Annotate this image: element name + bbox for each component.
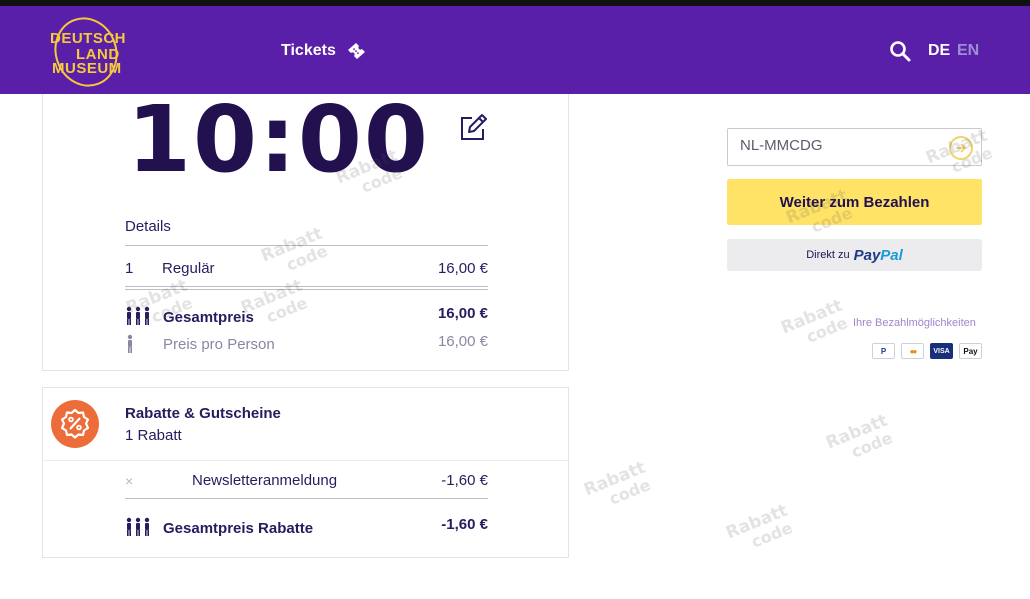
discount-item-name: Newsletteranmeldung <box>192 472 338 489</box>
coupon-input[interactable] <box>740 137 940 154</box>
total-label: Gesamtpreis <box>163 309 254 326</box>
search-icon <box>890 41 911 62</box>
line-item-qty: 1 <box>125 260 134 277</box>
nav-tickets-link[interactable]: Tickets <box>281 42 368 60</box>
divider <box>125 245 488 246</box>
divider <box>43 460 568 461</box>
search-button[interactable] <box>889 40 911 62</box>
discounts-title: Rabatte & Gutscheine <box>125 405 281 422</box>
watermark: Rabattcode <box>723 500 796 552</box>
logo-line-3: MUSEUM <box>52 60 122 77</box>
mastercard-icon: ●● <box>901 343 924 359</box>
remove-discount-button[interactable]: × <box>125 473 133 489</box>
nav-tickets-label: Tickets <box>281 42 336 59</box>
per-person-label: Preis pro Person <box>163 336 275 353</box>
lang-en-link[interactable]: EN <box>957 42 979 60</box>
discount-total-label: Gesamtpreis Rabatte <box>163 520 314 537</box>
discount-badge <box>51 400 99 448</box>
lang-de-link[interactable]: DE <box>928 42 950 60</box>
coupon-field[interactable] <box>727 128 982 166</box>
coupon-submit-button[interactable] <box>949 136 973 160</box>
per-person-row: Preis pro Person 16,00 € <box>163 333 488 353</box>
single-person-icon <box>127 334 133 353</box>
group-people-icon <box>126 517 150 536</box>
site-header: DEUTSCH LAND MUSEUM Tickets DE EN <box>0 6 1030 94</box>
payment-methods-list: P ●● VISA Pay <box>872 343 982 359</box>
paypal-button[interactable]: Direkt zu Pay Pal <box>727 239 982 271</box>
paypal-logo-pay: Pay <box>853 246 881 264</box>
details-heading: Details <box>125 218 171 235</box>
discounts-card: Rabatte & Gutscheine 1 Rabatt × Newslett… <box>42 387 569 558</box>
paypal-icon: P <box>872 343 895 359</box>
per-person-value: 16,00 € <box>437 333 488 350</box>
divider <box>125 498 488 499</box>
ticket-icon <box>347 43 365 59</box>
selected-time: 10:00 <box>127 86 430 193</box>
watermark: Rabattcode <box>581 457 654 509</box>
discount-item-value: -1,60 € <box>441 472 488 489</box>
group-people-icon <box>126 306 150 325</box>
line-item-price: 16,00 € <box>437 260 488 277</box>
divider <box>125 289 488 290</box>
paypal-prefix: Direkt zu <box>806 249 850 261</box>
paypal-logo-pal: Pal <box>880 246 903 264</box>
apple-pay-icon: Pay <box>959 343 982 359</box>
line-item-row: 1 Regulär 16,00 € <box>125 260 488 277</box>
watermark: Rabattcode <box>823 410 896 462</box>
discounts-subtitle: 1 Rabatt <box>125 427 182 444</box>
discount-total-row: Gesamtpreis Rabatte -1,60 € <box>163 516 488 537</box>
booking-summary-card: 10:00 Details 1 Regulär 16,00 € Gesamtpr… <box>42 94 569 371</box>
edit-booking-button[interactable] <box>459 112 489 142</box>
museum-logo[interactable]: DEUTSCH LAND MUSEUM <box>46 12 136 92</box>
total-value: 16,00 € <box>437 305 488 322</box>
edit-icon <box>461 114 487 140</box>
total-row: Gesamtpreis 16,00 € <box>163 305 488 326</box>
continue-to-payment-button[interactable]: Weiter zum Bezahlen <box>727 179 982 225</box>
payment-methods-label: Ihre Bezahlmöglichkeiten <box>853 317 976 329</box>
percent-badge-icon <box>60 408 90 439</box>
divider <box>125 286 488 287</box>
discount-total-value: -1,60 € <box>441 516 488 533</box>
logo-line-1: DEUTSCH <box>50 30 127 47</box>
discount-item-row: Newsletteranmeldung -1,60 € <box>192 472 488 489</box>
line-item-name: Regulär <box>162 260 215 277</box>
arrow-right-icon <box>956 143 967 153</box>
visa-icon: VISA <box>930 343 953 359</box>
